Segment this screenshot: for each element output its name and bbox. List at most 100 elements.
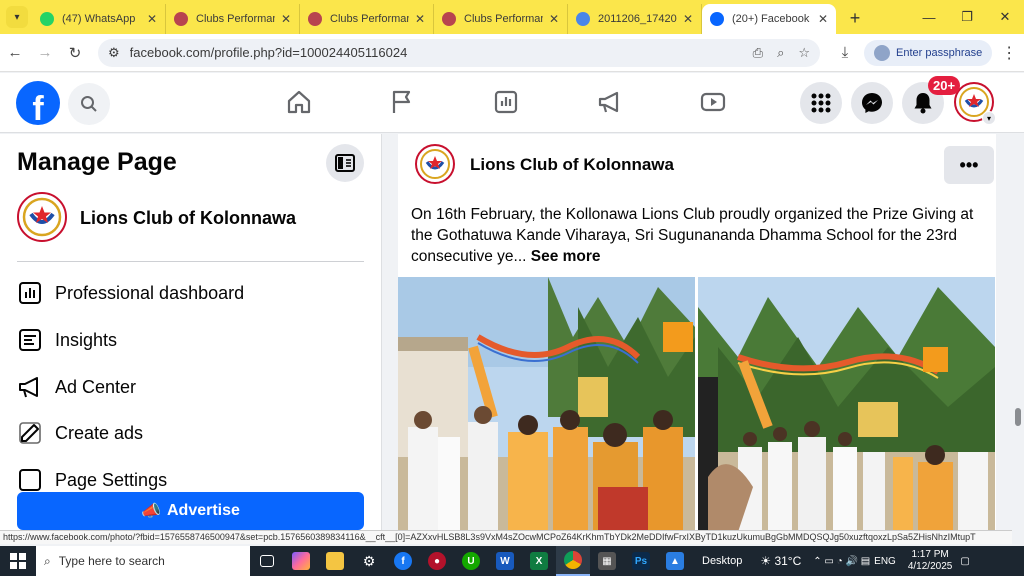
browser-tab[interactable]: Clubs Performance ✕ (434, 4, 568, 34)
windows-taskbar: ⌕ Type here to search ⚙ f ● U W X ▦ Ps ▲… (0, 546, 1024, 576)
task-view-button[interactable] (250, 546, 284, 576)
taskbar-app-chrome[interactable] (556, 546, 590, 576)
browser-tab[interactable]: 2011206_1742093 ✕ (568, 4, 702, 34)
minimize-button[interactable]: — (910, 0, 948, 34)
browser-tab[interactable]: Clubs Performance ✕ (300, 4, 434, 34)
taskbar-app-file-explorer[interactable] (318, 546, 352, 576)
dashboard-nav-button[interactable] (491, 87, 521, 117)
tab-close-icon[interactable]: ✕ (281, 12, 291, 26)
advertise-button[interactable]: 📣 Advertise (17, 492, 364, 530)
close-window-button[interactable]: ✕ (986, 0, 1024, 34)
taskbar-app-media[interactable]: ● (420, 546, 454, 576)
post-author-name[interactable]: Lions Club of Kolonnawa (470, 155, 674, 175)
calculator-icon: ▦ (598, 552, 616, 570)
pages-nav-button[interactable] (387, 87, 417, 117)
post-body: On 16th February, the Kollonawa Lions Cl… (411, 206, 974, 265)
download-icon[interactable]: ⤓ (830, 44, 860, 61)
clock-date: 4/12/2025 (907, 561, 953, 572)
page-scrollbar[interactable] (1012, 134, 1024, 532)
tab-close-icon[interactable]: ✕ (549, 12, 559, 26)
post-author-avatar[interactable] (415, 144, 455, 184)
back-button[interactable]: ← (0, 38, 30, 68)
video-nav-button[interactable] (698, 87, 728, 117)
taskbar-search-placeholder: Type here to search (58, 554, 165, 568)
facebook-logo[interactable]: f (16, 81, 60, 125)
home-nav-button[interactable] (284, 87, 314, 117)
taskbar-app-calculator[interactable]: ▦ (590, 546, 624, 576)
install-app-icon[interactable]: ⎙ (753, 45, 763, 61)
start-button[interactable] (0, 546, 36, 576)
facebook-icon: f (394, 552, 412, 570)
desktop-toolbar-label[interactable]: Desktop (702, 555, 742, 567)
forward-button[interactable]: → (30, 38, 60, 68)
reload-button[interactable]: ↻ (60, 38, 90, 68)
site-info-icon[interactable]: ⚙ (108, 45, 120, 61)
chrome-icon (564, 551, 582, 569)
sidebar-item-ad-center[interactable]: Ad Center (17, 372, 136, 402)
tab-title: Clubs Performance (330, 13, 409, 25)
taskbar-clock[interactable]: 1:17 PM 4/12/2025 (908, 549, 953, 573)
taskbar-app-word[interactable]: W (488, 546, 522, 576)
url-text[interactable]: facebook.com/profile.php?id=100024405116… (130, 45, 739, 60)
tab-close-icon[interactable]: ✕ (147, 12, 157, 26)
photoshop-icon: Ps (632, 552, 650, 570)
tab-close-icon[interactable]: ✕ (683, 12, 693, 26)
windows-logo-icon (10, 553, 26, 569)
post-photo-1[interactable] (398, 277, 695, 532)
tab-close-icon[interactable]: ✕ (415, 12, 425, 26)
browser-tab[interactable]: (20+) Facebook ✕ (702, 4, 836, 34)
new-tab-button[interactable]: + (842, 5, 868, 31)
taskbar-app-excel[interactable]: X (522, 546, 556, 576)
messenger-button[interactable] (851, 82, 893, 124)
sidebar-item-professional-dashboard[interactable]: Professional dashboard (17, 278, 244, 308)
megaphone-icon (17, 374, 43, 400)
zoom-icon[interactable]: ⌕ (777, 45, 784, 61)
taskbar-app-upwork[interactable]: U (454, 546, 488, 576)
maximize-button[interactable]: ❐ (948, 0, 986, 34)
see-more-link[interactable]: See more (531, 248, 601, 265)
browser-menu-icon[interactable]: ⋮ (996, 43, 1022, 63)
tab-close-icon[interactable]: ✕ (818, 12, 828, 26)
tab-search-button[interactable]: ▾ (6, 6, 28, 28)
tab-favicon-icon (308, 12, 322, 26)
page-logo[interactable] (17, 192, 67, 242)
taskbar-app-facebook[interactable]: f (386, 546, 420, 576)
sidebar-toggle-button[interactable] (326, 144, 364, 182)
dashboard-icon (17, 280, 43, 306)
collapse-panel-icon (335, 154, 355, 172)
facebook-search-button[interactable] (68, 83, 110, 125)
taskbar-app-photos[interactable]: ▲ (658, 546, 692, 576)
sidebar-item-create-ads[interactable]: Create ads (17, 418, 143, 448)
sidebar-item-page-settings[interactable]: Page Settings (17, 465, 167, 495)
sidebar-item-label: Professional dashboard (55, 282, 245, 303)
ads-nav-button[interactable] (595, 87, 625, 117)
megaphone-icon (598, 91, 619, 113)
post-options-button[interactable]: ••• (944, 146, 994, 184)
tab-favicon-icon (174, 12, 188, 26)
weather-widget[interactable]: ☀ 31°C (760, 554, 801, 568)
taskbar-app-copilot[interactable] (284, 546, 318, 576)
post-photo-2[interactable] (698, 277, 995, 532)
bookmark-star-icon[interactable]: ☆ (798, 45, 810, 61)
page-name[interactable]: Lions Club of Kolonnawa (80, 208, 296, 229)
tab-favicon-icon (40, 12, 54, 26)
notification-center-icon[interactable]: ▢ (960, 556, 969, 567)
passphrase-button[interactable]: Enter passphrase (864, 39, 993, 66)
menu-grid-button[interactable] (800, 82, 842, 124)
browser-tab[interactable]: (47) WhatsApp ✕ (32, 4, 166, 34)
browser-tab[interactable]: Clubs Performance ✕ (166, 4, 300, 34)
tray-icons[interactable]: ⌃ ▭ ◔ 🔊 ▤ (813, 556, 870, 567)
reload-icon: ↻ (68, 44, 82, 62)
folder-icon (326, 552, 344, 570)
taskbar-search[interactable]: ⌕ Type here to search (36, 546, 250, 576)
sidebar-item-insights[interactable]: Insights (17, 325, 117, 355)
account-chevron-icon[interactable]: ▾ (982, 111, 996, 125)
scrollbar-thumb[interactable] (1015, 408, 1021, 426)
weather-temp: 31°C (774, 554, 802, 568)
taskbar-app-settings[interactable]: ⚙ (352, 546, 386, 576)
sidebar-item-label: Create ads (55, 422, 144, 443)
language-indicator[interactable]: ENG (874, 556, 896, 567)
taskbar-app-photoshop[interactable]: Ps (624, 546, 658, 576)
flag-icon (392, 90, 411, 113)
address-bar[interactable]: ⚙ facebook.com/profile.php?id=1000244051… (98, 38, 820, 67)
